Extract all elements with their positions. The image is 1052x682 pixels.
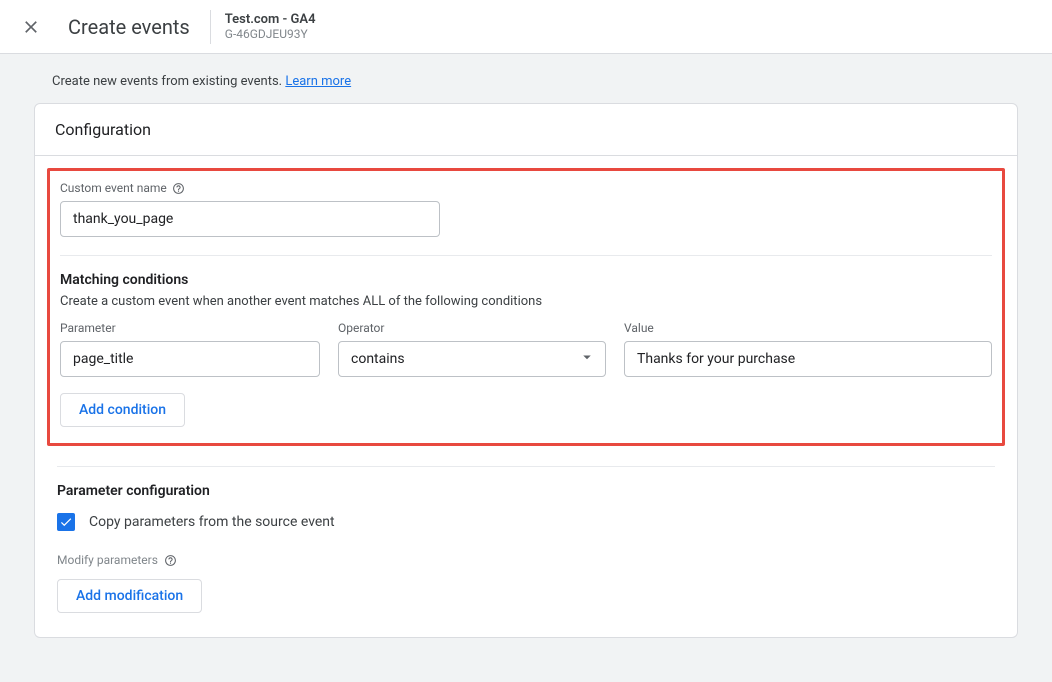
property-name: Test.com - GA4 [225,12,316,28]
operator-value[interactable] [338,341,606,377]
card-title: Configuration [35,104,1017,156]
intro-text-label: Create new events from existing events. [52,74,282,89]
divider [60,255,992,256]
matching-conditions-subtitle: Create a custom event when another event… [60,294,992,309]
custom-event-name-label: Custom event name [60,181,992,195]
learn-more-link[interactable]: Learn more [285,74,351,89]
add-modification-button[interactable]: Add modification [57,579,202,613]
page-header: Create events Test.com - GA4 G-46GDJEU93… [0,0,1052,54]
matching-conditions-title: Matching conditions [60,272,992,288]
property-block: Test.com - GA4 G-46GDJEU93Y [225,12,316,42]
configuration-card: Configuration Custom event name Matching… [34,103,1018,638]
help-icon[interactable] [172,182,185,195]
modify-parameters-label: Modify parameters [57,553,995,567]
content: Create new events from existing events. … [16,54,1036,668]
divider [57,466,995,467]
page-title: Create events [68,15,190,39]
parameter-configuration-title: Parameter configuration [57,483,995,499]
operator-label: Operator [338,321,606,335]
custom-event-name-label-text: Custom event name [60,181,167,195]
intro-text: Create new events from existing events. … [34,74,1018,89]
custom-event-name-input[interactable] [60,201,440,237]
help-icon[interactable] [164,554,177,567]
parameter-input[interactable] [60,341,320,377]
copy-parameters-row: Copy parameters from the source event [57,513,995,531]
parameter-label: Parameter [60,321,320,335]
highlighted-section: Custom event name Matching conditions Cr… [47,168,1005,446]
parameter-configuration-section: Parameter configuration Copy parameters … [35,446,1017,637]
copy-parameters-label: Copy parameters from the source event [89,514,335,530]
add-condition-button[interactable]: Add condition [60,393,185,427]
property-id: G-46GDJEU93Y [225,27,316,41]
modify-parameters-label-text: Modify parameters [57,553,158,567]
value-input[interactable] [624,341,992,377]
divider [210,10,211,44]
operator-select[interactable] [338,341,606,377]
condition-row: Parameter Operator Value [60,321,992,377]
value-label: Value [624,321,992,335]
copy-parameters-checkbox[interactable] [57,513,75,531]
close-icon[interactable] [20,16,42,38]
